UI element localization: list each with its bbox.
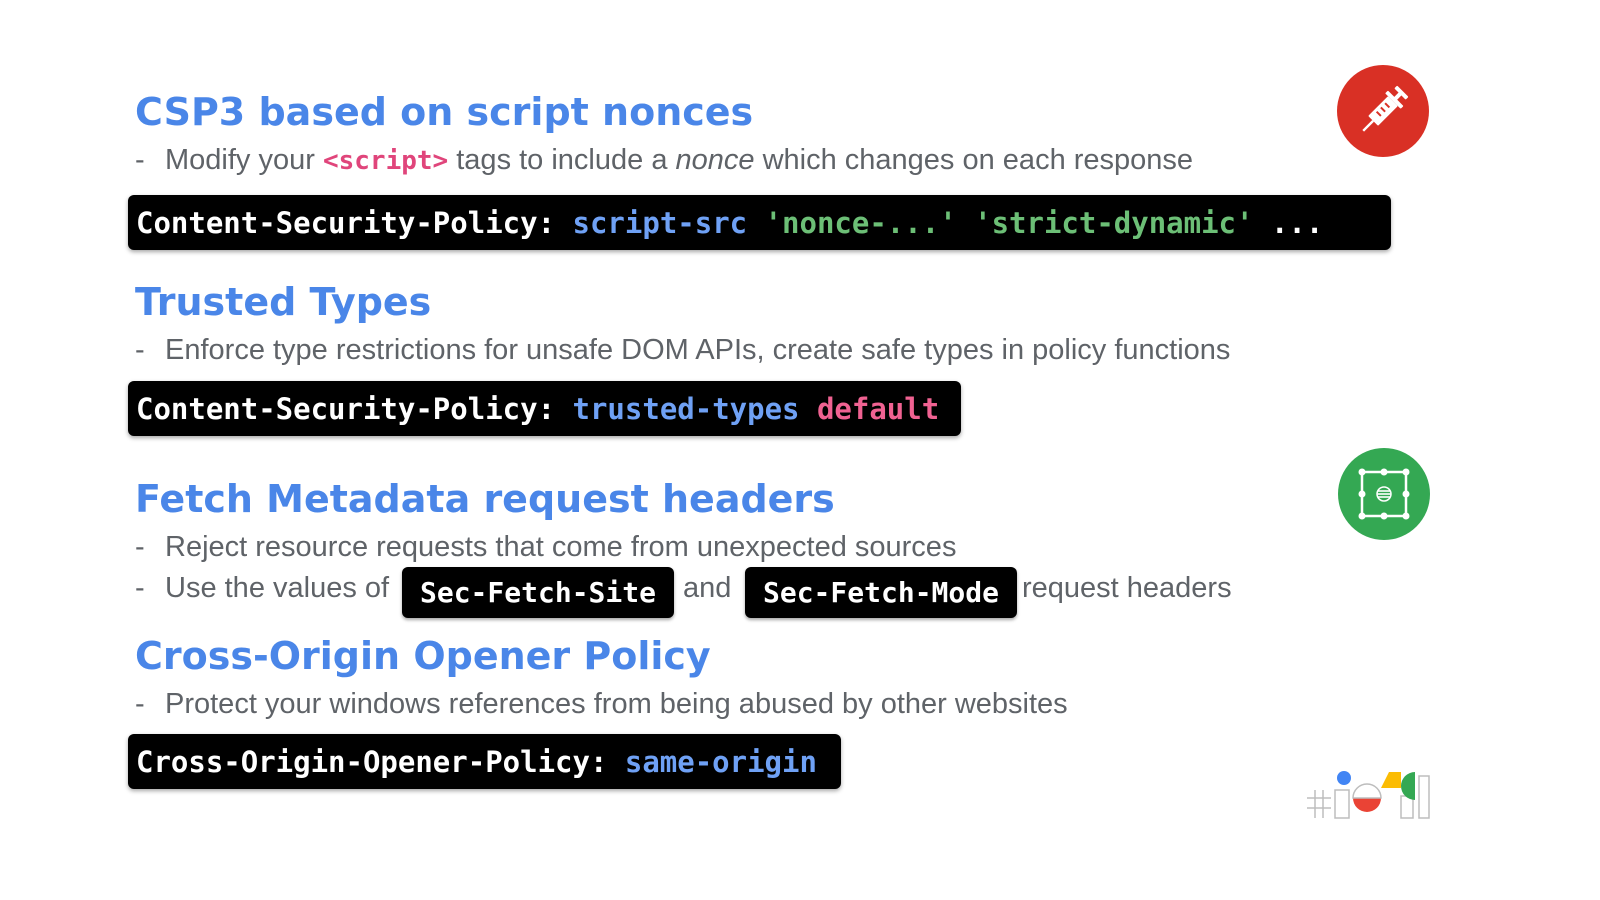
bullet-text: Use the values of [165, 572, 390, 604]
code-header-name: Content-Security-Policy [136, 205, 538, 240]
trusted-types-code-block: Content-Security-Policy: trusted-types d… [128, 381, 961, 436]
bullet-text: Reject resource requests that come from … [165, 531, 957, 563]
code-colon: : [537, 205, 556, 240]
google-io-logo-mark [1307, 771, 1430, 819]
bullet-dash: - [135, 144, 145, 176]
frame-badge [1338, 448, 1430, 540]
code-header-name: Content-Security-Policy [136, 391, 538, 426]
bullet-and-text: and [683, 572, 732, 604]
code-strict-dynamic: 'strict-dynamic' [974, 205, 1254, 240]
bullet-dash: - [135, 334, 145, 366]
csp-heading: CSP3 based on script nonces [135, 90, 754, 134]
trusted-types-bullet: - Enforce type restrictions for unsafe DO… [135, 334, 1230, 367]
csp-code-block: Content-Security-Policy: script-src 'non… [128, 195, 1391, 250]
bullet-dash: - [135, 688, 145, 720]
bullet-dash: - [135, 572, 145, 604]
sec-fetch-site-code: Sec-Fetch-Site [402, 567, 674, 618]
code-ellipsis: ... [1270, 205, 1324, 240]
syringe-badge [1337, 65, 1429, 157]
bullet-text: which changes on each response [762, 144, 1194, 176]
sec-fetch-mode-code: Sec-Fetch-Mode [745, 567, 1017, 618]
code-directive: trusted-types [572, 391, 800, 426]
code-colon: : [537, 391, 556, 426]
fetch-metadata-bullet-1: - Reject resource requests that come from… [135, 531, 956, 564]
nonce-emphasis: nonce [675, 144, 755, 176]
fetch-metadata-bullet-2: - Use the values of [135, 572, 389, 605]
trusted-types-heading: Trusted Types [135, 280, 432, 324]
coop-bullet: - Protect your windows references from be… [135, 688, 1068, 721]
code-directive: script-src [572, 205, 748, 240]
code-value: default [816, 391, 940, 426]
bullet-text: Modify your [165, 144, 315, 176]
csp-bullet: - Modify your <script> tags to include a … [135, 144, 1193, 177]
google-io-logo [1303, 768, 1433, 822]
syringe-icon [1362, 85, 1409, 132]
coop-heading: Cross-Origin Opener Policy [135, 634, 711, 678]
script-tag-code: <script> [322, 146, 449, 176]
bullet-text: Enforce type restrictions for unsafe DOM… [165, 334, 1231, 366]
fetch-metadata-heading: Fetch Metadata request headers [135, 477, 835, 521]
coop-code-block: Cross-Origin-Opener-Policy: same-origin [128, 734, 841, 789]
bullet-dash: - [135, 531, 145, 563]
bullet-text: tags to include a [456, 144, 668, 176]
code-value: same-origin [624, 744, 817, 779]
code-nonce: 'nonce-...' [764, 205, 957, 240]
code-header-name: Cross-Origin-Opener-Policy: [136, 744, 608, 779]
bullet-after-text: request headers [1022, 572, 1232, 604]
selection-frame-icon [1358, 468, 1410, 520]
bullet-text: Protect your windows references from bei… [165, 688, 1068, 720]
